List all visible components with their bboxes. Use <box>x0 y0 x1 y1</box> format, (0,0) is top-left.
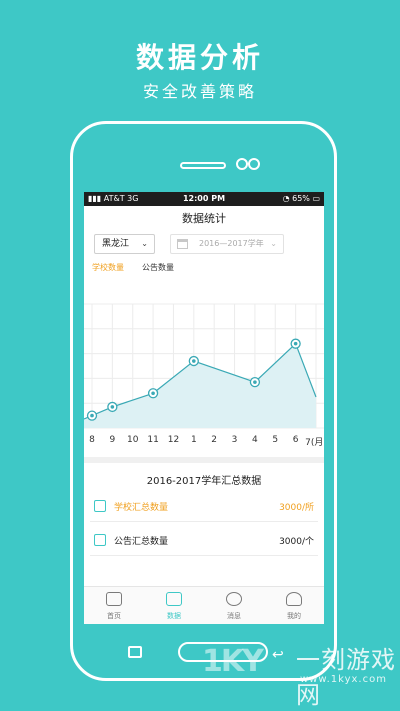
summary-label: 公告汇总数量 <box>114 537 169 547</box>
message-icon <box>226 592 242 606</box>
series-area <box>84 343 316 428</box>
x-tick-label: 12 <box>167 435 180 445</box>
chevron-down-icon: ⌄ <box>141 239 148 248</box>
tab-school-count[interactable]: 学校数量 <box>92 262 124 273</box>
data-point-center <box>151 391 155 396</box>
summary-title: 2016-2017学年汇总数据 <box>146 476 262 487</box>
x-tick-label: 9 <box>109 435 116 445</box>
x-tick-label: 11 <box>147 435 159 445</box>
phone-sensor <box>248 158 260 170</box>
x-tick-label: 6 <box>292 435 299 445</box>
tab-label: 数据 <box>167 612 181 620</box>
year-select-value: 2016—2017学年 <box>199 239 264 248</box>
summary-label: 学校汇总数量 <box>114 503 169 513</box>
summary-value: 3000/所 <box>279 503 314 513</box>
data-point-center <box>253 380 257 384</box>
region-select[interactable]: 黑龙江 ⌄ <box>94 234 155 254</box>
watermark-logo: 1KY <box>202 644 264 679</box>
school-icon <box>94 500 106 512</box>
line-chart <box>84 303 324 429</box>
x-tick-label: 10 <box>126 435 139 445</box>
battery-icon: ▭ <box>312 194 320 203</box>
page-title: 数据统计 <box>182 212 226 225</box>
phone-menu-button-icon <box>128 646 142 658</box>
tab-notice-count[interactable]: 公告数量 <box>142 262 174 273</box>
tab-label: 首页 <box>107 612 121 620</box>
tab-label: 消息 <box>227 612 241 620</box>
data-point-center <box>192 359 196 363</box>
battery-label: 65% <box>292 194 310 203</box>
year-select[interactable]: 2016—2017学年 ⌄ <box>170 234 284 254</box>
hero-subtitle: 安全改善策略 <box>142 82 257 101</box>
calendar-icon <box>177 239 188 249</box>
chevron-down-icon: ⌄ <box>270 239 277 248</box>
filter-bar: 黑龙江 ⌄ 2016—2017学年 ⌄ <box>84 232 324 260</box>
x-tick-label: 2 <box>211 435 218 445</box>
bottom-tab-bar: 首页 数据 消息 我的 <box>84 586 324 624</box>
tab-profile[interactable]: 我的 <box>264 587 324 624</box>
battery: ◔ 65% ▭ <box>283 192 320 206</box>
data-point-center <box>293 341 298 346</box>
x-tick-label: 4 <box>252 435 258 445</box>
tab-home[interactable]: 首页 <box>84 587 144 624</box>
watermark: 1KY 一刻游戏网 www.1kyx.com <box>200 640 400 709</box>
summary-row-notice[interactable]: 公告汇总数量 3000/个 <box>90 526 318 556</box>
summary-row-school[interactable]: 学校汇总数量 3000/所 <box>90 492 318 522</box>
notice-icon <box>94 534 106 546</box>
status-bar: ▮▮▮ AT&T 3G 12:00 PM ◔ 65% ▭ <box>84 192 324 206</box>
hero-title: 数据分析 <box>135 41 264 74</box>
app-screen: ▮▮▮ AT&T 3G 12:00 PM ◔ 65% ▭ 数据统计 黑龙江 ⌄ … <box>84 192 324 624</box>
x-tick-label: 7(月) <box>305 438 324 448</box>
x-tick-label: 1 <box>190 435 197 445</box>
tab-data[interactable]: 数据 <box>144 587 204 624</box>
section-divider <box>84 457 324 463</box>
x-tick-label: 8 <box>89 435 95 445</box>
chart-tabs: 学校数量 公告数量 <box>84 260 324 278</box>
phone-speaker <box>180 162 226 169</box>
x-axis-labels: 891011121234567(月) <box>84 435 324 448</box>
region-select-value: 黑龙江 <box>102 239 130 249</box>
tab-messages[interactable]: 消息 <box>204 587 264 624</box>
user-icon <box>286 592 302 606</box>
summary-value: 3000/个 <box>279 537 314 547</box>
data-point-center <box>110 405 115 409</box>
x-tick-label: 5 <box>272 435 279 445</box>
phone-sensor <box>236 158 248 170</box>
home-icon <box>106 592 122 606</box>
watermark-url: www.1kyx.com <box>300 674 387 685</box>
tab-label: 我的 <box>287 612 301 620</box>
chart-icon <box>166 592 182 606</box>
data-point-center <box>90 413 94 418</box>
alarm-icon: ◔ <box>282 194 290 203</box>
x-tick-label: 3 <box>231 435 238 445</box>
